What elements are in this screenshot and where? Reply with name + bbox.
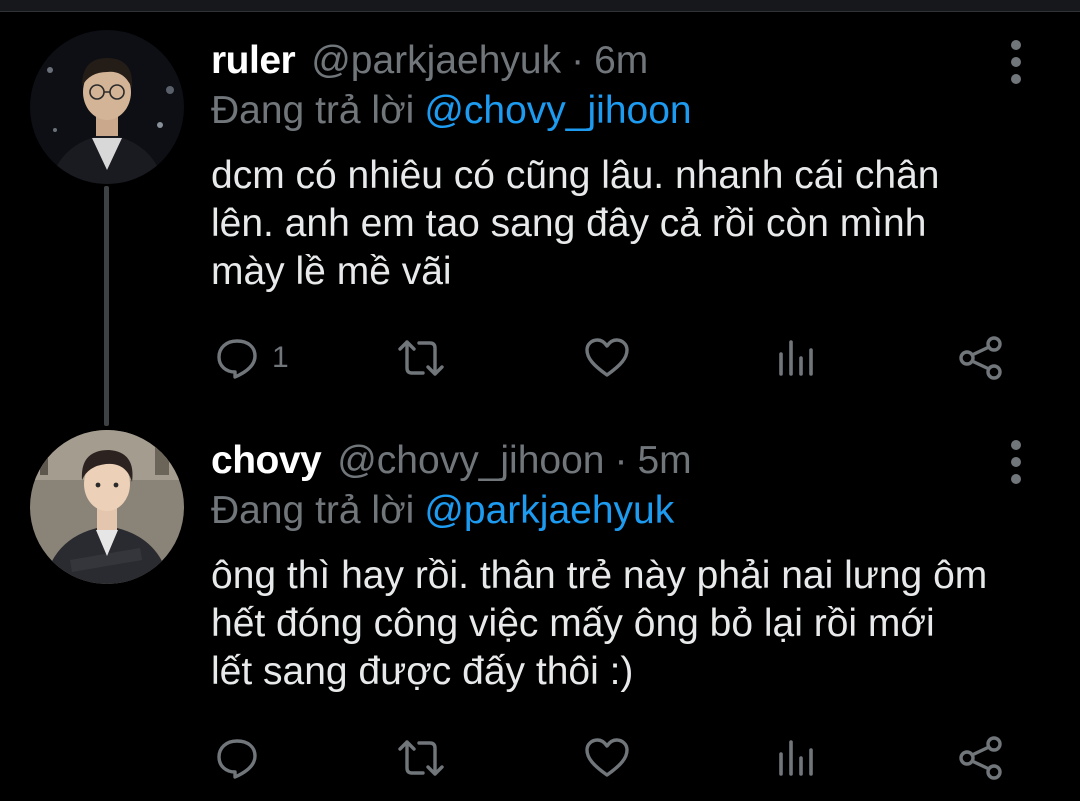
display-name[interactable]: chovy bbox=[211, 438, 322, 484]
tweet-header: chovy @chovy_jihoon · 5m bbox=[211, 438, 692, 484]
tweet-text-line: dcm có nhiêu có cũng lâu. nhanh cái chân bbox=[211, 154, 940, 197]
display-name[interactable]: ruler bbox=[211, 38, 296, 84]
views-icon bbox=[779, 740, 813, 776]
replying-to-label: Đang trả lời bbox=[211, 89, 415, 132]
replying-to-mention[interactable]: @chovy_jihoon bbox=[424, 89, 691, 132]
separator-dot: · bbox=[614, 439, 628, 482]
views-icon bbox=[779, 340, 813, 376]
replying-to-mention[interactable]: @parkjaehyuk bbox=[424, 489, 674, 532]
thread-connector-line bbox=[104, 186, 109, 426]
retweet-icon bbox=[398, 340, 444, 376]
tweet-text-line: lên. anh em tao sang đây cả rồi còn mình bbox=[211, 202, 927, 245]
like-button[interactable] bbox=[583, 728, 631, 788]
heart-icon bbox=[585, 738, 629, 777]
tweet-text-line: hết đóng công việc mấy ông bỏ lại rồi mớ… bbox=[211, 602, 935, 645]
retweet-button[interactable] bbox=[396, 328, 446, 388]
tweet-text: ông thì hay rồi. thân trẻ này phải nai l… bbox=[211, 552, 1051, 696]
replying-to-label: Đang trả lời bbox=[211, 489, 415, 532]
share-button[interactable] bbox=[957, 728, 1005, 788]
comment-icon bbox=[217, 339, 257, 379]
action-bar: 1 bbox=[200, 328, 1030, 388]
comment-icon bbox=[217, 739, 257, 779]
like-button[interactable] bbox=[583, 328, 631, 388]
more-vertical-icon[interactable] bbox=[1000, 40, 1032, 84]
tweet-text-line: mày lề mề vãi bbox=[211, 250, 452, 293]
avatar-chovy[interactable] bbox=[30, 430, 184, 584]
reply-count: 1 bbox=[272, 341, 289, 374]
timestamp[interactable]: 6m bbox=[594, 38, 648, 84]
share-icon bbox=[959, 336, 1002, 380]
user-handle[interactable]: @chovy_jihoon bbox=[337, 438, 604, 484]
replying-to: Đang trả lời @parkjaehyuk bbox=[211, 488, 674, 534]
top-divider bbox=[0, 0, 1080, 12]
tweet-header: ruler @parkjaehyuk · 6m bbox=[211, 38, 648, 84]
reply-button[interactable] bbox=[214, 728, 272, 788]
more-vertical-icon[interactable] bbox=[1000, 440, 1032, 484]
separator-dot: · bbox=[571, 39, 585, 82]
heart-icon bbox=[585, 338, 629, 377]
retweet-button[interactable] bbox=[396, 728, 446, 788]
tweet-text-line: lết sang được đấy thôi :) bbox=[211, 650, 634, 693]
share-button[interactable] bbox=[957, 328, 1005, 388]
tweet-text-line: ông thì hay rồi. thân trẻ này phải nai l… bbox=[211, 554, 988, 597]
action-bar bbox=[200, 728, 1030, 788]
views-button[interactable] bbox=[775, 328, 819, 388]
share-icon bbox=[959, 736, 1002, 780]
views-button[interactable] bbox=[775, 728, 819, 788]
tweet-text: dcm có nhiêu có cũng lâu. nhanh cái chân… bbox=[211, 152, 1051, 296]
reply-button[interactable]: 1 bbox=[214, 328, 289, 388]
avatar-ruler[interactable] bbox=[30, 30, 184, 184]
user-handle[interactable]: @parkjaehyuk bbox=[311, 38, 561, 84]
retweet-icon bbox=[398, 740, 444, 776]
replying-to: Đang trả lời @chovy_jihoon bbox=[211, 88, 692, 134]
timestamp[interactable]: 5m bbox=[637, 438, 691, 484]
